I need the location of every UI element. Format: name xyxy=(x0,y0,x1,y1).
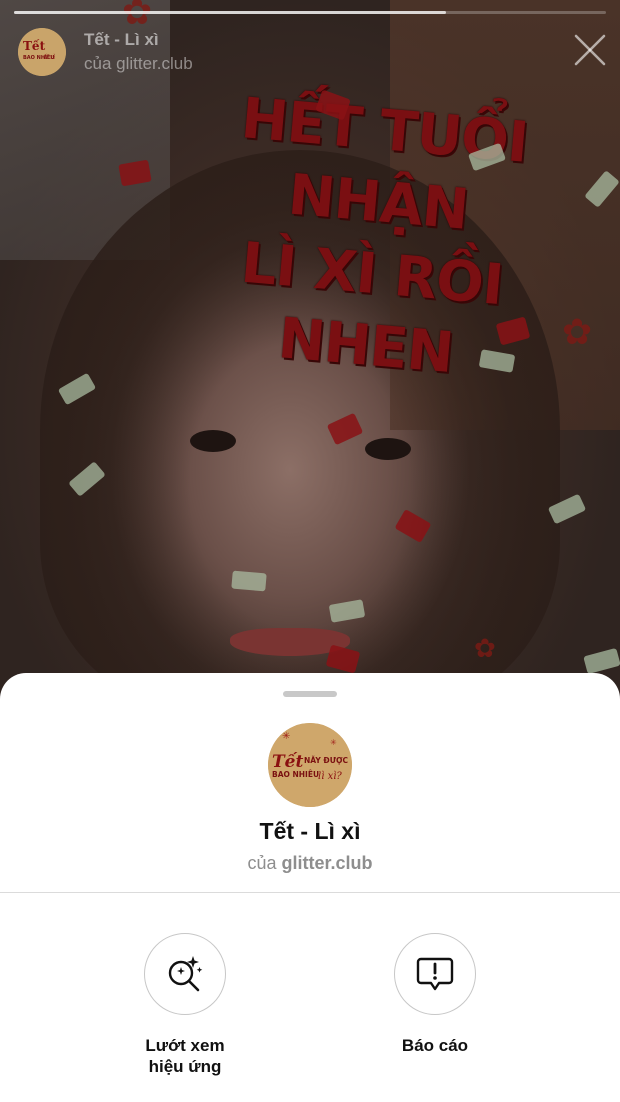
effect-name-top: Tết - Lì xì xyxy=(84,30,159,49)
subject-eye-right xyxy=(365,438,411,460)
flower-sticker: ✿ xyxy=(562,312,593,353)
effect-creator-line: của glitter.club xyxy=(0,853,620,874)
svg-text:BAO NHIÊU: BAO NHIÊU xyxy=(272,770,319,779)
svg-text:NĂY ĐƯỢC: NĂY ĐƯỢC xyxy=(304,756,349,765)
svg-text:Tết: Tết xyxy=(23,38,46,53)
report-button[interactable]: Báo cáo xyxy=(335,933,535,1056)
close-button[interactable] xyxy=(570,30,610,70)
svg-text:✳: ✳ xyxy=(330,738,337,747)
svg-text:lì xì?: lì xì? xyxy=(318,771,342,782)
progress-fill xyxy=(14,11,447,14)
effect-avatar-small[interactable]: Tết BAO NHIÊU lì xì xyxy=(18,28,66,76)
creator-prefix: của xyxy=(247,853,277,873)
subject-eye-left xyxy=(190,430,236,452)
sheet-divider xyxy=(0,892,620,893)
report-circle[interactable] xyxy=(394,933,476,1015)
sheet-drag-handle[interactable] xyxy=(283,691,337,697)
flower-sticker: ✿ xyxy=(122,0,153,33)
money-sticker xyxy=(231,570,267,592)
effect-creator-top: của glitter.club xyxy=(84,54,193,73)
effect-logo: Tết BAO NHIÊU lì xì xyxy=(18,28,66,76)
report-label: Báo cáo xyxy=(401,1036,469,1055)
creator-link[interactable]: glitter.club xyxy=(282,853,373,873)
progress-track xyxy=(14,11,606,14)
browse-effects-button[interactable]: Lướt xem hiệu ứng xyxy=(85,933,285,1077)
effect-preview-screen: HẾT TUỔI NHẬN LÌ XÌ RỒI NHEN ✿ ✿ ✿ Tết B… xyxy=(0,0,620,1102)
money-sticker xyxy=(583,647,620,675)
effect-info-sheet: ✳ ✳ Tết NĂY ĐƯỢC BAO NHIÊU lì xì? Tết - … xyxy=(0,673,620,1102)
browse-effects-circle[interactable] xyxy=(144,933,226,1015)
effect-logo: ✳ ✳ Tết NĂY ĐƯỢC BAO NHIÊU lì xì? xyxy=(268,723,352,807)
svg-text:✳: ✳ xyxy=(282,731,290,742)
camera-preview: HẾT TUỔI NHẬN LÌ XÌ RỒI NHEN ✿ ✿ ✿ xyxy=(0,0,620,720)
search-sparkle-icon xyxy=(168,956,203,992)
svg-text:lì xì: lì xì xyxy=(44,54,55,61)
close-icon xyxy=(574,34,606,66)
report-icon xyxy=(416,957,454,991)
browse-effects-label: Lướt xem hiệu ứng xyxy=(145,1036,225,1076)
effect-avatar-large[interactable]: ✳ ✳ Tết NĂY ĐƯỢC BAO NHIÊU lì xì? xyxy=(268,723,352,807)
effect-overlay-text: HẾT TUỔI NHẬN LÌ XÌ RỒI NHEN xyxy=(238,86,531,387)
effect-title: Tết - Lì xì xyxy=(259,818,361,844)
flower-sticker: ✿ xyxy=(474,634,496,664)
svg-text:Tết: Tết xyxy=(272,752,303,772)
